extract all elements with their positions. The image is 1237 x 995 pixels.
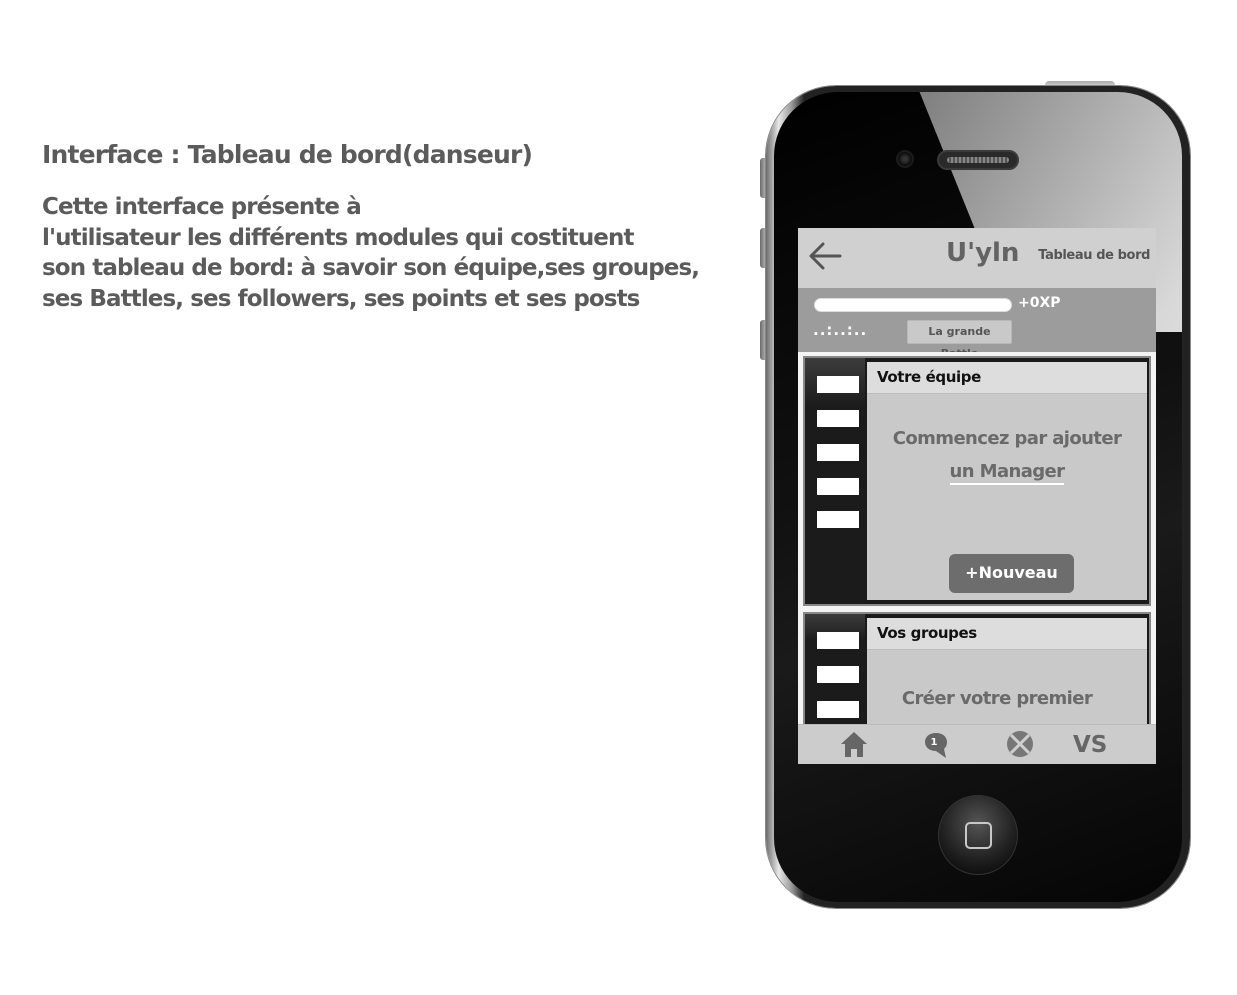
rail-slot [817,632,859,649]
front-camera [896,150,914,168]
battle-chip[interactable]: La grande Battle [907,320,1012,360]
rail-slot [817,511,859,528]
back-arrow-icon[interactable] [808,241,842,277]
home-button-square-icon [965,822,992,849]
groups-empty-message: Créer votre premier [901,688,1093,709]
tab-messages[interactable]: 1 [921,727,951,763]
tab-battles[interactable] [1004,727,1036,763]
tab-vs[interactable]: VS [1073,727,1113,763]
rail-slot [817,410,859,427]
rank-dots: ..:..:.. [813,321,868,339]
chat-bubble-icon: 1 [925,733,947,758]
rail-slot [817,376,859,393]
rail-slot [817,444,859,461]
dashboard-content[interactable]: Votre équipe Commencez par ajouter un Ma… [798,352,1156,752]
xp-progress-bar [814,298,1012,312]
screen-title: Tableau de bord [1038,248,1150,263]
card-side-rail [805,358,865,604]
crossed-circle-icon [1007,731,1033,757]
earpiece-speaker [937,150,1019,170]
xp-section: +0XP ..:..:.. La grande Battle [798,288,1156,360]
phone-screen: U'yln Tableau de bord +0XP ..:..:.. La g… [798,228,1156,764]
home-button[interactable] [938,795,1018,875]
description-line: l'utilisateur les différents modules qui… [42,224,634,251]
team-card-title: Votre équipe [867,362,1147,394]
rail-slot [817,666,859,683]
rail-slot [817,478,859,495]
bottom-tab-bar: 1 VS [798,724,1156,764]
chat-badge-count: 1 [931,737,938,748]
arrow-left-icon [809,242,842,270]
app-brand: U'yln [946,238,1020,268]
description-line: ses Battles, ses followers, ses points e… [42,285,640,312]
description-title: Interface : Tableau de bord(danseur) [42,140,533,169]
app-header: U'yln Tableau de bord [798,228,1156,288]
new-button[interactable]: +Nouveau [949,554,1074,593]
description-line: Cette interface présente à [42,194,362,220]
team-empty-message-link-row: un Manager [867,461,1147,485]
team-card-panel: Votre équipe Commencez par ajouter un Ma… [867,362,1147,600]
xp-label: +0XP [1018,295,1061,311]
tab-home[interactable] [838,727,870,763]
description-body: Cette interface présente à l'utilisateur… [42,192,742,314]
team-card: Votre équipe Commencez par ajouter un Ma… [803,356,1151,606]
description-line: son tableau de bord: à savoir son équipe… [42,255,700,281]
add-manager-link[interactable]: un Manager [949,461,1065,485]
groups-card-title: Vos groupes [867,618,1147,650]
team-empty-message: Commencez par ajouter [892,428,1122,449]
home-icon [841,732,867,757]
